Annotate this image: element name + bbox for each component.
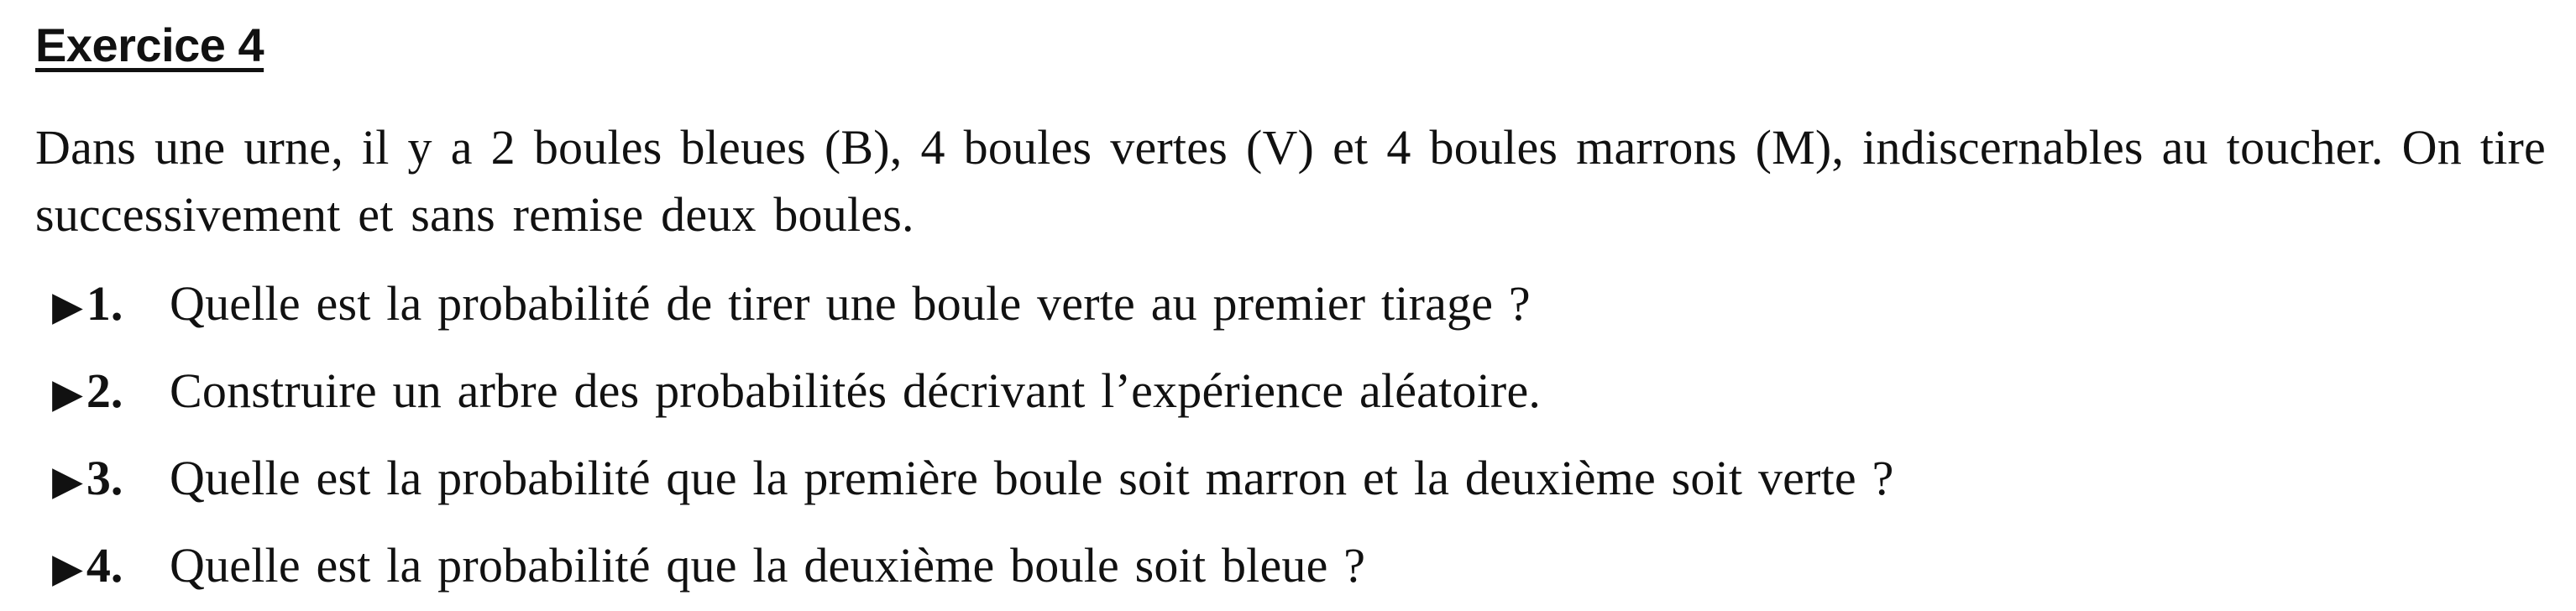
question-number: 3. [86, 451, 123, 505]
question-item-2: ▶2. Construire un arbre des probabilités… [35, 349, 2546, 436]
question-number: 1. [86, 276, 123, 331]
question-text: Quelle est la probabilité que la deuxièm… [170, 538, 1366, 593]
triangle-bullet-icon: ▶ [52, 372, 83, 416]
question-number: 2. [86, 363, 123, 418]
triangle-bullet-icon: ▶ [52, 459, 83, 504]
question-list: ▶1. Quelle est la probabilité de tirer u… [35, 262, 2546, 611]
exercise-intro: Dans une urne, il y a 2 boules bleues (B… [35, 120, 2546, 242]
question-marker: ▶2. [35, 349, 170, 436]
question-text: Quelle est la probabilité de tirer une b… [170, 276, 1531, 331]
question-item-4: ▶4. Quelle est la probabilité que la deu… [35, 524, 2546, 611]
question-marker: ▶4. [35, 524, 170, 611]
question-item-1: ▶1. Quelle est la probabilité de tirer u… [35, 262, 2546, 349]
question-item-3: ▶3. Quelle est la probabilité que la pre… [35, 436, 2546, 524]
question-text: Quelle est la probabilité que la premièr… [170, 451, 1894, 505]
question-text: Construire un arbre des probabilités déc… [170, 363, 1542, 418]
exercise-page: Exercice 4 Dans une urne, il y a 2 boule… [35, 18, 2546, 611]
triangle-bullet-icon: ▶ [52, 546, 83, 591]
question-number: 4. [86, 538, 123, 593]
question-marker: ▶3. [35, 436, 170, 524]
question-marker: ▶1. [35, 262, 170, 349]
exercise-title: Exercice 4 [35, 18, 264, 71]
triangle-bullet-icon: ▶ [52, 285, 83, 329]
